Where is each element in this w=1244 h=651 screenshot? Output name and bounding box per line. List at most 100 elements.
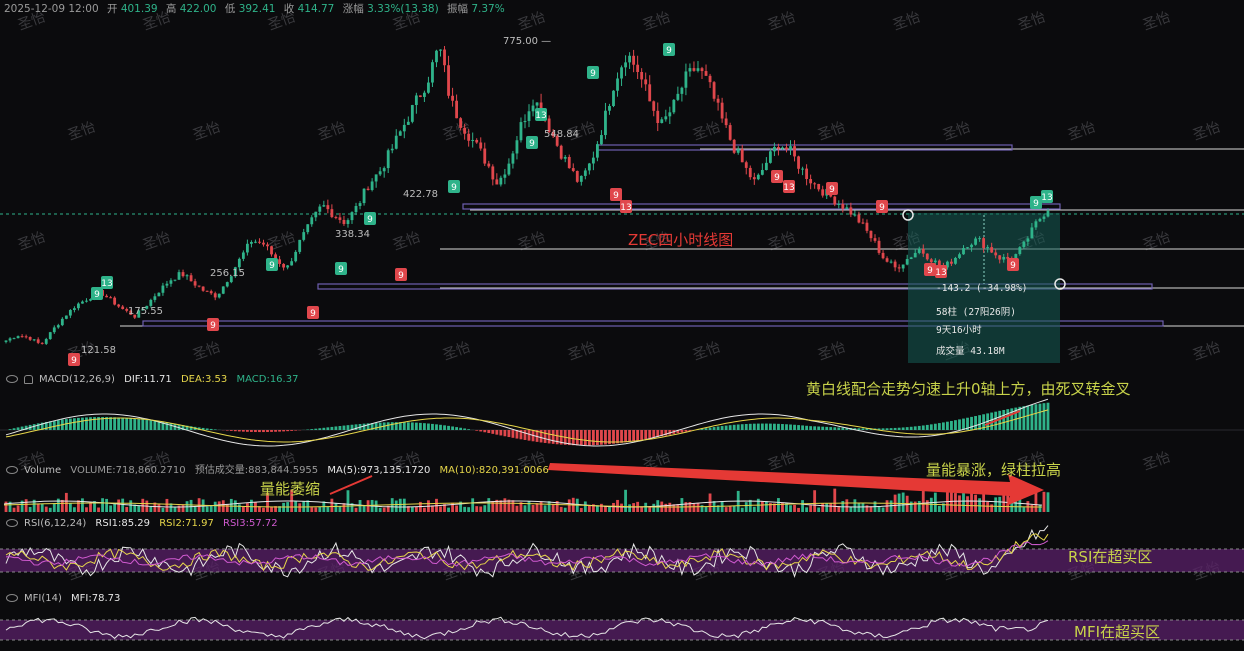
volume-bar bbox=[777, 498, 780, 512]
volume-bar bbox=[403, 499, 406, 512]
volume-ma5: MA(5):973,135.1720 bbox=[327, 465, 430, 476]
volume-bar bbox=[882, 508, 885, 512]
volume-bar bbox=[994, 497, 997, 512]
candle-body bbox=[435, 51, 438, 62]
macd-histogram-bar bbox=[310, 429, 313, 430]
watermark-text: 圣怡 bbox=[141, 229, 173, 254]
volume-bar bbox=[314, 507, 317, 512]
volume-bar bbox=[206, 507, 209, 512]
watermark-text: 圣怡 bbox=[16, 229, 48, 254]
macd-histogram-bar bbox=[596, 430, 599, 445]
candle-body bbox=[753, 177, 756, 179]
candle-body bbox=[294, 252, 297, 261]
macd-histogram-bar bbox=[857, 428, 860, 430]
candle-body bbox=[170, 280, 173, 283]
volume-bar bbox=[733, 506, 736, 512]
macd-histogram-bar bbox=[343, 426, 346, 430]
eye-icon[interactable] bbox=[6, 375, 18, 383]
volume-bar bbox=[761, 502, 764, 512]
candle-body bbox=[604, 111, 607, 135]
volume-bar bbox=[902, 493, 905, 512]
eye-icon[interactable] bbox=[6, 519, 18, 527]
macd-histogram-bar bbox=[930, 424, 933, 430]
macd-histogram-bar bbox=[580, 430, 583, 445]
candle-body bbox=[1043, 217, 1046, 219]
volume-bar bbox=[544, 505, 547, 512]
macd-legend: MACD(12,26,9) DIF:11.71 DEA:3.53 MACD:16… bbox=[4, 374, 304, 385]
volume-bar bbox=[620, 504, 623, 512]
candle-body bbox=[789, 146, 792, 149]
macd-histogram-bar bbox=[745, 424, 748, 430]
volume-bar bbox=[411, 507, 414, 512]
macd-histogram-bar bbox=[109, 417, 112, 430]
macd-histogram-bar bbox=[974, 416, 977, 430]
eye-icon[interactable] bbox=[6, 594, 18, 602]
candle-body bbox=[479, 142, 482, 148]
volume-bar bbox=[749, 500, 752, 512]
volume-bar bbox=[974, 495, 977, 512]
candle-body bbox=[660, 119, 663, 123]
eye-icon[interactable] bbox=[6, 466, 18, 474]
candle-body bbox=[431, 62, 434, 82]
macd-histogram-bar bbox=[326, 427, 329, 430]
macd-histogram-bar bbox=[777, 424, 780, 430]
candle-body bbox=[584, 170, 587, 176]
candle-body bbox=[198, 286, 201, 287]
macd-dif-line bbox=[6, 399, 1048, 446]
volume-bar bbox=[801, 500, 804, 512]
candle-body bbox=[85, 301, 88, 302]
macd-histogram-bar bbox=[632, 430, 635, 441]
candle-body bbox=[73, 308, 76, 310]
td-marker-label: 9 bbox=[338, 265, 344, 275]
volume-bar bbox=[797, 508, 800, 512]
chart-stage[interactable]: 圣怡圣怡圣怡圣怡圣怡圣怡圣怡圣怡圣怡圣怡圣怡圣怡圣怡圣怡圣怡圣怡圣怡圣怡圣怡圣怡… bbox=[0, 0, 1244, 647]
macd-histogram-bar bbox=[85, 417, 88, 430]
candle-body bbox=[777, 147, 780, 149]
volume-bar bbox=[503, 498, 506, 512]
close-label: 收 bbox=[284, 3, 295, 15]
volume-bar bbox=[479, 507, 482, 512]
macd-histogram-bar bbox=[391, 422, 394, 430]
volume-bar bbox=[644, 503, 647, 512]
candle-body bbox=[1022, 242, 1025, 247]
volume-bar bbox=[998, 497, 1001, 512]
candle-body bbox=[427, 83, 430, 93]
watermark-text: 圣怡 bbox=[766, 9, 798, 34]
candle-body bbox=[270, 246, 273, 254]
price-label-338: 338.34 bbox=[335, 229, 370, 240]
macd-histogram-bar bbox=[926, 425, 929, 430]
macd-histogram-bar bbox=[1035, 404, 1038, 430]
watermark-text: 圣怡 bbox=[316, 119, 348, 144]
macd-histogram-bar bbox=[829, 427, 832, 430]
macd-histogram-bar bbox=[910, 427, 913, 430]
macd-histogram-bar bbox=[721, 426, 724, 430]
volume-bar bbox=[415, 507, 418, 512]
candle-body bbox=[725, 119, 728, 126]
watermark-text: 圣怡 bbox=[391, 229, 423, 254]
volume-bar bbox=[853, 499, 856, 512]
candle-body bbox=[648, 84, 651, 101]
candle-body bbox=[507, 164, 510, 175]
macd-histogram-bar bbox=[793, 425, 796, 430]
candle-body bbox=[628, 56, 631, 63]
candle-body bbox=[833, 197, 836, 205]
volume-bar bbox=[938, 506, 941, 512]
candle-body bbox=[339, 217, 342, 220]
candle-body bbox=[636, 65, 639, 72]
watermark-text: 圣怡 bbox=[191, 119, 223, 144]
macd-histogram-bar bbox=[278, 430, 281, 432]
volume-bar bbox=[182, 505, 185, 512]
candle-body bbox=[870, 231, 873, 238]
volume-bar bbox=[946, 492, 949, 512]
volume-bar bbox=[334, 503, 337, 512]
macd-histogram-bar bbox=[314, 429, 317, 430]
chart-canvas: 圣怡圣怡圣怡圣怡圣怡圣怡圣怡圣怡圣怡圣怡圣怡圣怡圣怡圣怡圣怡圣怡圣怡圣怡圣怡圣怡… bbox=[0, 0, 1244, 647]
bell-icon[interactable] bbox=[24, 375, 33, 384]
candle-body bbox=[576, 171, 579, 182]
macd-histogram-bar bbox=[81, 418, 84, 430]
candle-body bbox=[588, 163, 591, 170]
volume-bar bbox=[986, 502, 989, 512]
td-marker-label: 9 bbox=[269, 261, 275, 271]
macd-histogram-bar bbox=[238, 430, 241, 431]
candle-body bbox=[801, 169, 804, 170]
